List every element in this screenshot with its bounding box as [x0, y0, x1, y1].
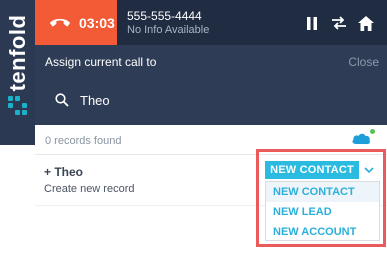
- assign-title: Assign current call to: [45, 55, 157, 69]
- transfer-icon: [332, 16, 346, 30]
- transfer-button[interactable]: [330, 14, 348, 32]
- caller-details: No Info Available: [127, 24, 210, 36]
- brand-sidebar: tenfold: [0, 0, 35, 145]
- status-indicator: [370, 129, 375, 134]
- brand-logo: tenfold: [2, 15, 34, 92]
- softphone-window: tenfold 03:03 555-555-4444 No Info Avail…: [0, 0, 387, 273]
- close-button[interactable]: Close: [348, 55, 379, 69]
- search-input[interactable]: [80, 91, 360, 109]
- salesforce-icon: [352, 133, 370, 145]
- pause-button[interactable]: [303, 14, 321, 32]
- brand-name: tenfold: [5, 14, 30, 92]
- search-icon: [55, 93, 69, 107]
- assign-panel: Assign current call to Close: [35, 45, 387, 125]
- call-bar: 03:03 555-555-4444 No Info Available: [35, 0, 387, 45]
- caller-number: 555-555-4444: [127, 9, 202, 23]
- home-icon: [358, 15, 374, 31]
- record-subtitle: Create new record: [44, 183, 135, 195]
- highlight-annotation: [256, 149, 386, 247]
- records-count: 0 records found: [45, 135, 122, 147]
- record-name: + Theo: [44, 165, 84, 179]
- phone-hangup-icon: [49, 18, 71, 27]
- pause-icon: [307, 16, 317, 30]
- home-button[interactable]: [357, 14, 375, 32]
- hangup-button[interactable]: 03:03: [35, 0, 117, 45]
- call-timer: 03:03: [79, 14, 115, 31]
- brand-mark-icon: [8, 96, 28, 116]
- caller-info: 555-555-4444 No Info Available: [127, 9, 209, 37]
